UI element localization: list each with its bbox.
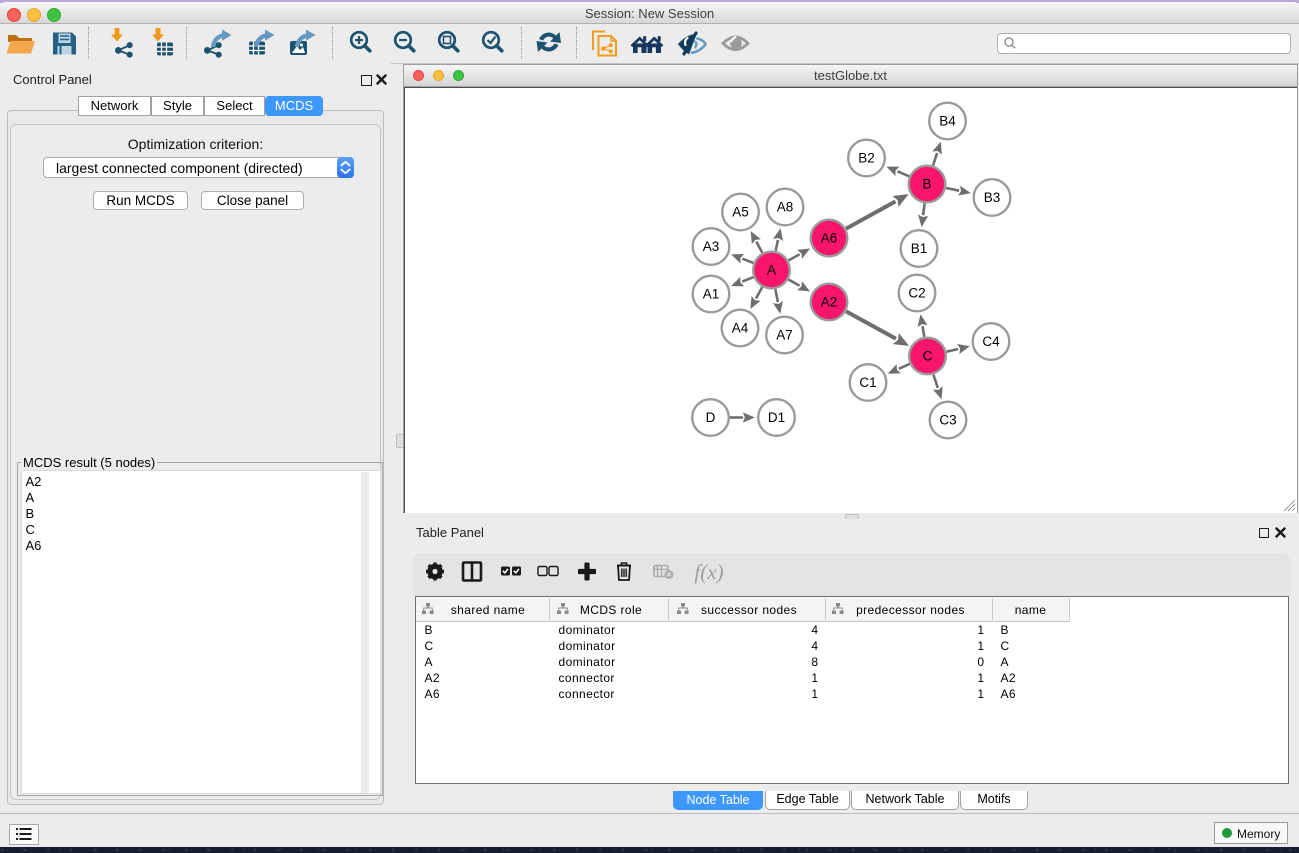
svg-text:C: C: [923, 349, 933, 364]
svg-text:A2: A2: [821, 295, 838, 310]
svg-text:C4: C4: [982, 334, 1000, 349]
svg-text:A5: A5: [732, 205, 749, 220]
svg-text:D: D: [706, 410, 716, 425]
svg-text:A4: A4: [732, 321, 749, 336]
svg-text:B3: B3: [984, 190, 1001, 205]
svg-text:A: A: [767, 263, 776, 278]
svg-text:A3: A3: [703, 239, 720, 254]
svg-text:A8: A8: [777, 200, 794, 215]
svg-text:C3: C3: [939, 413, 956, 428]
svg-text:A1: A1: [703, 287, 720, 302]
svg-text:A7: A7: [776, 328, 793, 343]
svg-text:C2: C2: [908, 286, 925, 301]
svg-text:B4: B4: [939, 114, 956, 129]
svg-text:A6: A6: [821, 231, 838, 246]
svg-text:B1: B1: [911, 241, 928, 256]
svg-text:B: B: [922, 177, 931, 192]
svg-text:f(x): f(x): [694, 560, 723, 584]
svg-text:C1: C1: [859, 375, 876, 390]
svg-text:D1: D1: [768, 410, 785, 425]
svg-text:B2: B2: [858, 151, 875, 166]
